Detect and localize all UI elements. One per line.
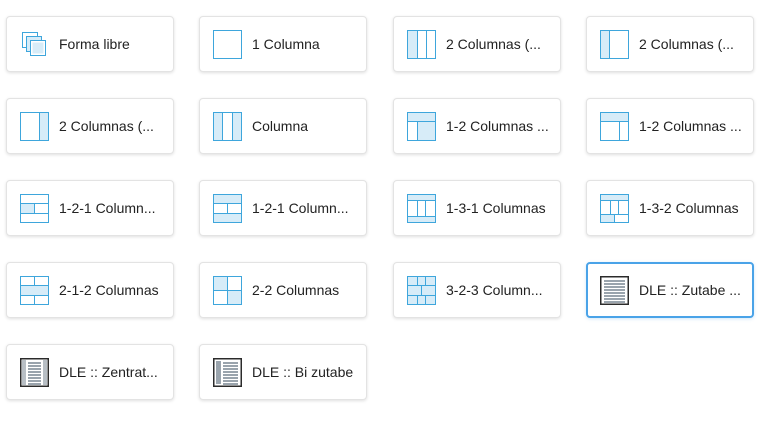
layout-option-label: 1-2-1 Column... (59, 200, 156, 216)
layout-option-label: 2 Columnas (... (446, 36, 541, 52)
two-columns-left-icon (407, 29, 436, 59)
layout-option-label: Forma libre (59, 36, 130, 52)
layout-option-dle-zutabe[interactable]: DLE :: Zutabe ... (586, 262, 754, 318)
layout-option-label: 2 Columnas (... (59, 118, 154, 134)
layout-option-label: DLE :: Zentrat... (59, 364, 158, 380)
layout-option-label: 2-2 Columnas (252, 282, 340, 298)
two-columns-narrow-left-icon (600, 29, 629, 59)
dle-zutabe-icon (600, 275, 629, 305)
layout-option-free-form[interactable]: Forma libre (6, 16, 174, 72)
layout-option-two-one-two-columns[interactable]: 2-1-2 Columnas (6, 262, 174, 318)
one-two-one-columns-alt-icon (213, 193, 242, 223)
layout-option-one-two-one-columns-alt[interactable]: 1-2-1 Column... (199, 180, 367, 236)
layout-option-three-two-three-columns[interactable]: 3-2-3 Column... (393, 262, 561, 318)
layout-option-label: DLE :: Zutabe ... (639, 282, 741, 298)
layout-option-one-three-two-columns[interactable]: 1-3-2 Columnas (586, 180, 754, 236)
layout-option-label: 1-2-1 Column... (252, 200, 349, 216)
layout-option-label: 1 Columna (252, 36, 320, 52)
dle-zentratu-icon (20, 357, 49, 387)
free-form-icon (22, 31, 46, 56)
one-three-two-columns-icon (600, 193, 629, 223)
three-columns-icon (213, 111, 242, 141)
three-two-three-columns-icon (407, 275, 436, 305)
layout-option-two-two-columns[interactable]: 2-2 Columnas (199, 262, 367, 318)
two-columns-right-icon (20, 111, 49, 141)
layout-picker-grid: Forma libre 1 Columna 2 Columnas (... 2 Col… (0, 0, 775, 430)
layout-option-one-three-one-columns[interactable]: 1-3-1 Columnas (393, 180, 561, 236)
layout-option-one-two-columns[interactable]: 1-2 Columnas ... (393, 98, 561, 154)
layout-option-two-columns-right[interactable]: 2 Columnas (... (6, 98, 174, 154)
layout-option-label: 1-2 Columnas ... (446, 118, 549, 134)
dle-bi-zutabe-icon (213, 357, 242, 387)
layout-option-one-two-one-columns[interactable]: 1-2-1 Column... (6, 180, 174, 236)
two-two-columns-icon (213, 275, 242, 305)
layout-option-three-columns[interactable]: Columna (199, 98, 367, 154)
layout-option-dle-bi-zutabe[interactable]: DLE :: Bi zutabe (199, 344, 367, 400)
layout-option-label: 1-3-1 Columnas (446, 200, 546, 216)
two-one-two-columns-icon (20, 275, 49, 305)
layout-option-label: 3-2-3 Column... (446, 282, 543, 298)
layout-option-label: DLE :: Bi zutabe (252, 364, 354, 380)
layout-option-label: 1-2 Columnas ... (639, 118, 742, 134)
layout-option-two-columns-narrow-left[interactable]: 2 Columnas (... (586, 16, 754, 72)
layout-option-two-columns-left[interactable]: 2 Columnas (... (393, 16, 561, 72)
layout-option-one-two-columns-alt[interactable]: 1-2 Columnas ... (586, 98, 754, 154)
layout-option-label: Columna (252, 118, 309, 134)
layout-option-label: 2 Columnas (... (639, 36, 734, 52)
one-two-columns-icon (407, 111, 436, 141)
one-column-icon (213, 29, 242, 59)
one-two-columns-alt-icon (600, 111, 629, 141)
layout-option-label: 1-3-2 Columnas (639, 200, 739, 216)
layout-option-label: 2-1-2 Columnas (59, 282, 159, 298)
one-two-one-columns-icon (20, 193, 49, 223)
layout-option-dle-zentratu[interactable]: DLE :: Zentrat... (6, 344, 174, 400)
one-three-one-columns-icon (407, 193, 436, 223)
layout-option-one-column[interactable]: 1 Columna (199, 16, 367, 72)
